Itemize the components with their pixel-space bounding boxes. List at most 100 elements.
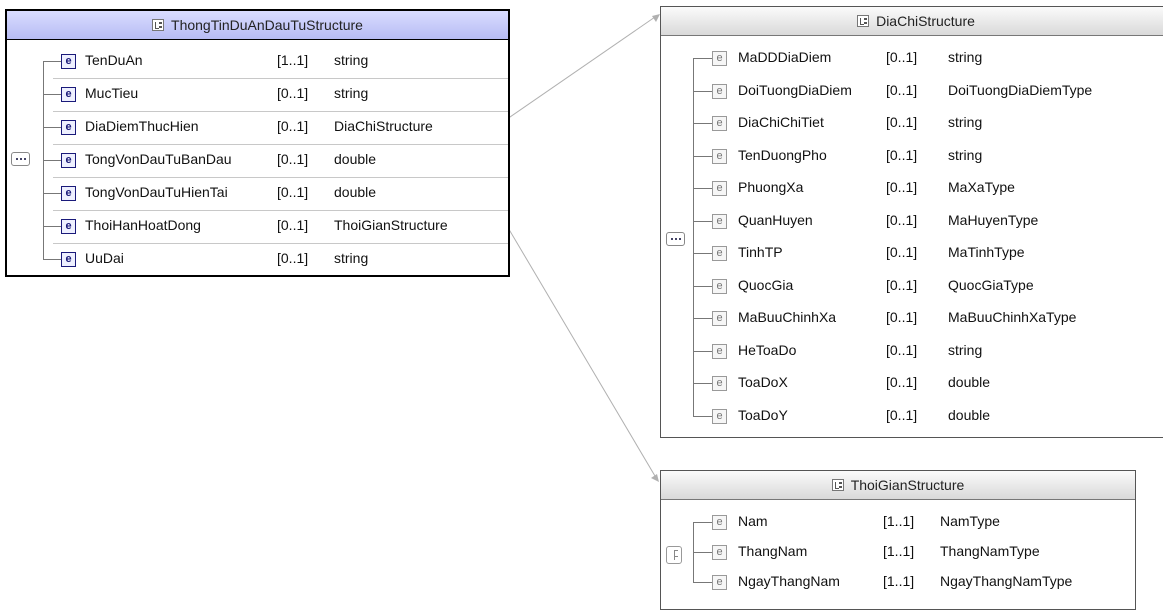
structure-title: ThoiGianStructure [850,477,965,493]
tree-branch [693,123,712,124]
element-multiplicity: [0..1] [886,179,918,195]
structure-diachi[interactable]: DiaChiStructure e MaDDDiaDiem [0..1] string… [660,6,1163,438]
element-icon: e [712,515,727,530]
element-type: string [948,146,983,163]
tree-branch [693,188,712,189]
row-divider [53,176,508,178]
element-icon: e [712,213,727,229]
structure-header[interactable]: ThoiGianStructure [661,471,1135,500]
row-divider [53,110,508,112]
tree-branch [43,226,61,227]
element-multiplicity: [0..1] [886,211,918,228]
element-type: string [334,85,369,101]
element-multiplicity: [0..1] [886,341,918,358]
element-type: ThangNamType [940,543,1040,559]
element-name: ToaDoY [738,406,788,423]
element-name: TongVonDauTuHienTai [85,184,228,200]
element-type: string [948,341,983,358]
element-name: NgayThangNam [738,573,840,589]
element-name: DiaDiemThucHien [85,118,199,134]
element-row[interactable] [7,78,508,111]
element-row[interactable] [7,243,508,276]
tree-branch [43,94,61,95]
element-icon: e [61,120,76,135]
structure-thongtinduandautu[interactable]: ThongTinDuAnDauTuStructure e TenDuAn [1..1… [5,9,510,277]
element-multiplicity: [0..1] [277,151,309,167]
element-icon: e [712,116,727,131]
element-multiplicity: [1..1] [883,513,915,529]
link-thoigian [506,225,656,477]
link-diachi [496,16,656,127]
element-multiplicity: [0..1] [886,114,918,130]
element-icon: e [712,343,727,359]
element-icon: e [61,153,76,168]
element-icon: e [61,54,76,69]
tree-branch [693,582,712,583]
element-name: TenDuongPho [738,146,827,163]
element-multiplicity: [0..1] [886,374,918,390]
tree-branch [693,383,712,384]
element-name: ToaDoX [738,374,788,390]
element-multiplicity: [0..1] [277,184,309,200]
element-type: double [334,151,377,167]
tree-branch [693,522,712,523]
tree-branch [693,220,712,222]
element-type: string [334,52,369,68]
element-icon: e [61,186,76,201]
sequence-compositor-icon[interactable] [11,152,30,166]
structure-header[interactable]: DiaChiStructure [661,7,1163,36]
element-type: MaBuuChinhXaType [948,309,1077,325]
element-type: double [948,406,991,423]
tree-branch [43,127,61,128]
tree-branch [693,350,712,352]
structure-body: e Nam [1..1] NamType e ThangNam [1..1] ThangNam… [661,500,1135,609]
tree-branch [43,193,61,194]
element-type: double [334,184,377,200]
element-multiplicity: [1..1] [883,573,915,589]
tree-branch [43,61,61,62]
element-type: string [948,49,983,65]
element-type: MaTinhType [948,244,1025,260]
structure-body: e TenDuAn [1..1] string e MucTieu [0..1] string… [7,40,508,275]
element-multiplicity: [0..1] [277,217,309,233]
element-row[interactable] [7,177,508,210]
element-icon: e [712,376,727,391]
complex-type-icon [831,479,844,491]
tree-branch [693,552,712,553]
element-name: TongVonDauTuBanDau [85,151,232,167]
element-multiplicity: [0..1] [886,81,918,98]
element-multiplicity: [0..1] [277,85,309,101]
element-name: ThangNam [738,543,808,559]
tree-branch [693,90,712,92]
structure-thoigian[interactable]: ThoiGianStructure e Nam [1..1] NamType e Than… [660,470,1136,610]
element-type: MaHuyenType [948,211,1039,228]
row-divider [53,242,508,244]
element-type: string [948,114,983,130]
element-name: ThoiHanHoatDong [85,217,201,233]
element-icon: e [712,575,727,590]
element-name: MucTieu [85,85,139,101]
element-icon: e [712,181,727,196]
tree-branch [693,253,712,254]
complex-type-icon [857,15,870,27]
element-icon: e [712,545,727,560]
structure-header[interactable]: ThongTinDuAnDauTuStructure [7,11,508,40]
element-name: UuDai [85,250,124,266]
tree-branch [43,160,61,161]
element-row[interactable] [7,45,508,78]
element-type: DoiTuongDiaDiemType [948,81,1093,98]
element-row[interactable] [7,144,508,177]
element-type: NgayThangNamType [940,573,1073,589]
element-type: MaXaType [948,179,1015,195]
element-type: string [334,250,369,266]
element-multiplicity: [0..1] [277,118,309,134]
element-name: DiaChiChiTiet [738,114,824,130]
element-icon: e [712,51,727,66]
choice-compositor-icon[interactable] [666,546,682,564]
row-divider [53,209,508,211]
element-icon: e [712,408,727,424]
element-icon: e [61,219,76,234]
complex-type-icon [152,19,165,31]
tree-branch [693,155,712,157]
sequence-compositor-icon[interactable] [666,232,685,246]
